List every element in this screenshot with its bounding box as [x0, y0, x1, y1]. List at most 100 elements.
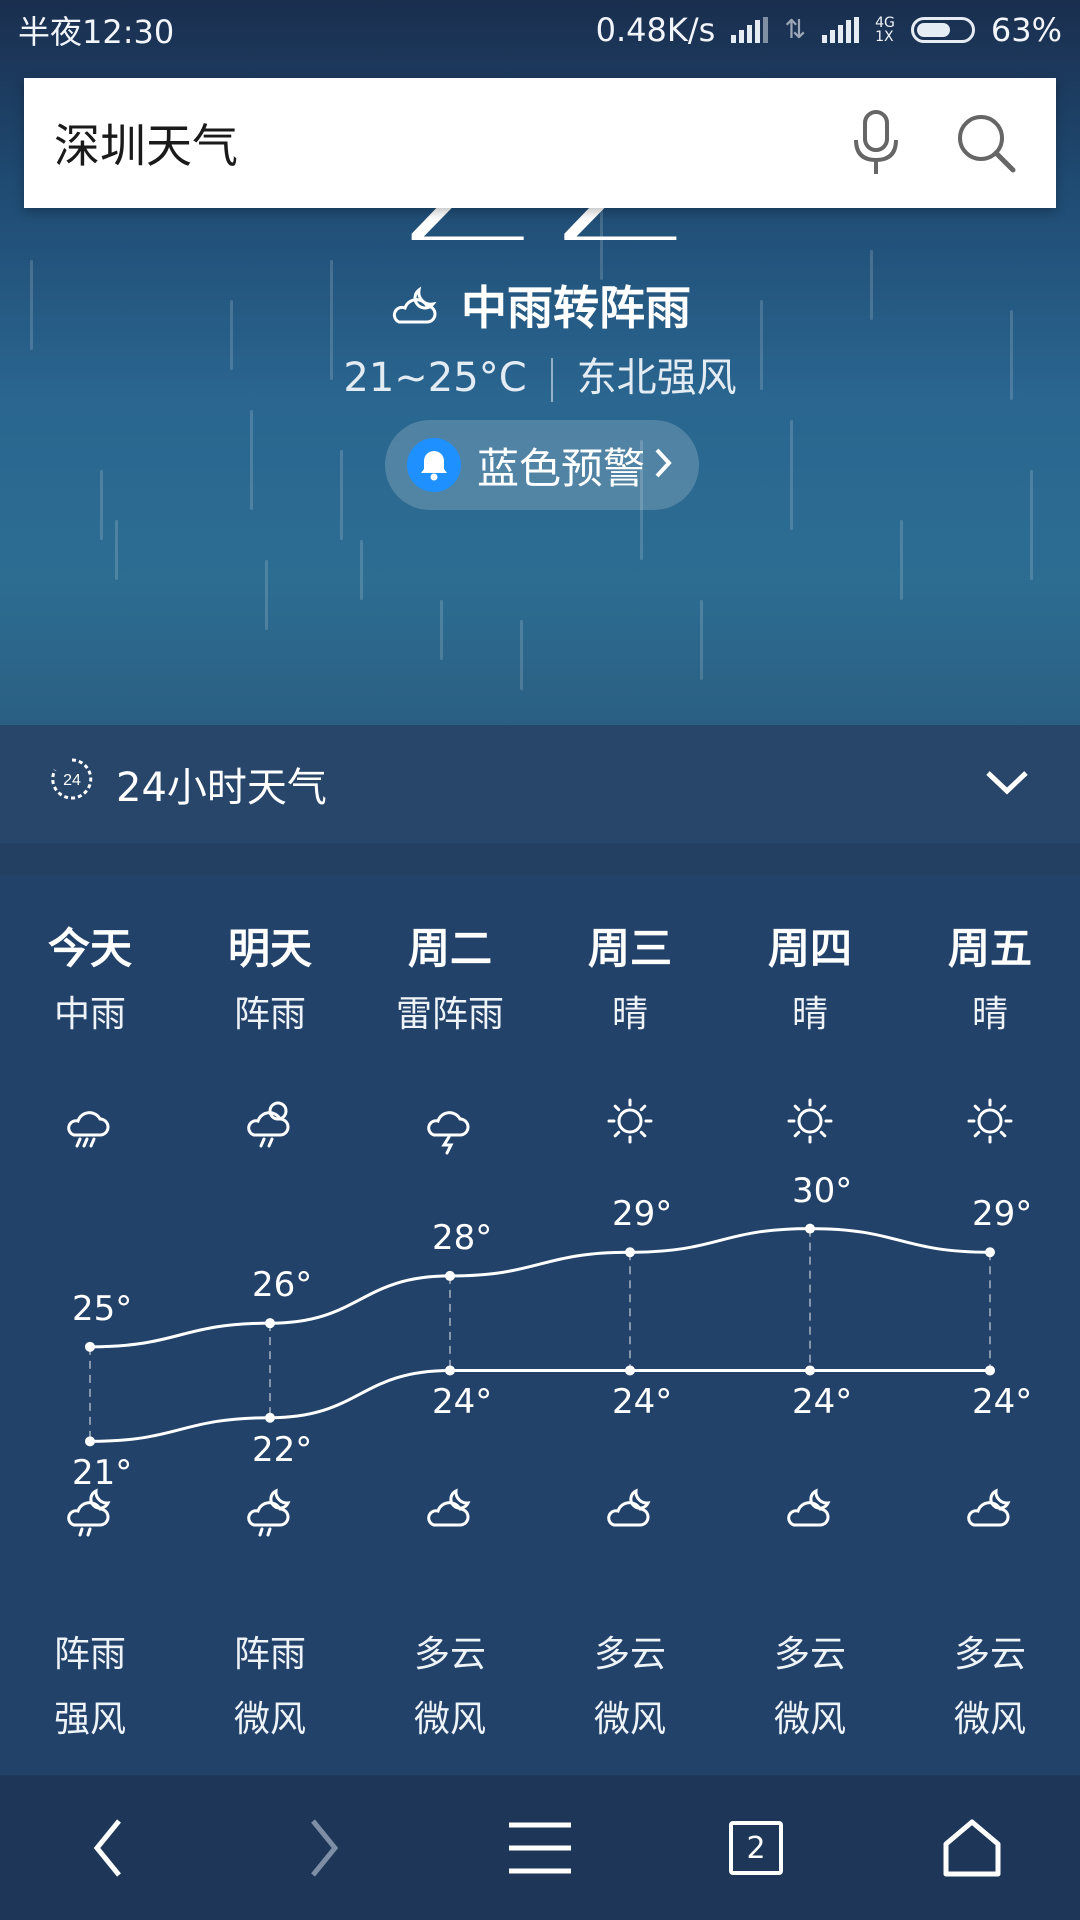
network-type-1x: 1X [875, 29, 894, 45]
forecast-wind: 微风 [593, 1699, 666, 1740]
signal-icon [731, 17, 769, 43]
weather-screen: 半夜12:30 0.48K/s ⇅ 4G 1X 63% 22 深圳天气 [0, 0, 1080, 1920]
menu-button[interactable] [480, 1788, 600, 1908]
tabs-button[interactable]: 2 [696, 1788, 816, 1908]
clock-24-icon: 24 [50, 757, 94, 811]
low-temp-point [265, 1412, 275, 1423]
rain-streak [900, 520, 903, 600]
low-temp-line [89, 1368, 990, 1443]
low-temp-point [625, 1365, 635, 1376]
partly-cloudy-night-icon [360, 1485, 540, 1555]
high-temp-label: 26° [252, 1265, 313, 1306]
rain-streak [265, 560, 268, 630]
temperature-chart [85, 1223, 995, 1447]
forecast-day-condition: 中雨 [53, 994, 126, 1035]
partly-cloudy-night-icon [540, 1485, 720, 1555]
status-bar: 半夜12:30 0.48K/s ⇅ 4G 1X 63% [0, 0, 1080, 60]
forward-button[interactable] [264, 1788, 384, 1908]
forecast-night-condition: 多云 [773, 1634, 846, 1675]
rain-icon [0, 1095, 180, 1165]
forecast-day-name: 明天 [227, 924, 312, 973]
forecast-night-condition: 多云 [593, 1634, 666, 1675]
rain-streak [340, 450, 343, 540]
high-temp-label: 25° [72, 1288, 133, 1329]
partly-cloudy-night-icon [900, 1485, 1080, 1555]
sun-icon [900, 1095, 1080, 1165]
forecast-night-condition: 阵雨 [233, 1634, 306, 1675]
thunderstorm-icon [360, 1095, 540, 1165]
sun-icon [720, 1095, 900, 1165]
rain-streak [100, 470, 103, 540]
forecast-wind: 微风 [953, 1699, 1026, 1740]
forecast-wind: 微风 [233, 1699, 306, 1740]
battery-icon [910, 17, 975, 43]
high-temp-label: 28° [432, 1217, 493, 1258]
forecast-day-condition: 阵雨 [233, 994, 306, 1035]
shower-icon [180, 1095, 360, 1165]
status-indicators: 0.48K/s ⇅ 4G 1X 63% [596, 11, 1062, 49]
high-temp-point [985, 1247, 995, 1258]
forecast-day-name: 周三 [587, 924, 672, 973]
rain-streak [700, 600, 703, 680]
battery-percent: 63% [990, 11, 1062, 49]
high-temp-line [89, 1227, 991, 1349]
temp-range-wind: 21~25°C 东北强风 [0, 345, 1080, 403]
rain-streak [790, 420, 793, 530]
forecast-night-condition: 多云 [953, 1634, 1026, 1675]
network-type-4g: 4G [875, 15, 895, 31]
search-bar[interactable]: 深圳天气 [24, 78, 1056, 208]
low-temp-point [985, 1365, 995, 1376]
section-divider [0, 843, 1080, 875]
signal-icon-2 [822, 17, 860, 43]
partly-cloudy-night-rain-icon [0, 1485, 180, 1555]
hourly-weather-toggle[interactable]: 24 24小时天气 [0, 725, 1080, 843]
chevron-down-icon[interactable] [984, 761, 1030, 807]
tab-count: 2 [729, 1821, 783, 1875]
bell-icon [407, 438, 461, 492]
sun-icon [540, 1095, 720, 1165]
low-temp-point [85, 1436, 95, 1447]
wind-desc: 东北强风 [576, 355, 737, 401]
microphone-icon[interactable] [836, 103, 916, 183]
low-temp-point [445, 1365, 455, 1376]
home-icon [943, 1819, 1001, 1877]
forecast-wind: 强风 [53, 1699, 126, 1740]
high-temp-label: 30° [792, 1170, 853, 1211]
low-temp-label: 22° [252, 1429, 313, 1470]
forecast-day-condition: 晴 [971, 994, 1008, 1035]
forecast-night-condition: 多云 [413, 1634, 486, 1675]
home-button[interactable] [912, 1788, 1032, 1908]
divider [550, 358, 553, 402]
low-temp-label: 24° [972, 1382, 1033, 1423]
search-icon[interactable] [946, 103, 1026, 183]
forecast-day-name: 周五 [947, 924, 1032, 973]
high-temp-point [265, 1318, 275, 1329]
forecast-night-condition: 阵雨 [53, 1634, 126, 1675]
partly-cloudy-night-icon [720, 1485, 900, 1555]
forecast-day-condition: 雷阵雨 [395, 994, 504, 1035]
search-input[interactable]: 深圳天气 [54, 110, 806, 176]
partly-cloudy-night-rain-icon [180, 1485, 360, 1555]
svg-text:24: 24 [63, 772, 81, 789]
forecast-wind: 微风 [773, 1699, 846, 1740]
forecast-wind: 微风 [413, 1699, 486, 1740]
weather-alert-button[interactable]: 蓝色预警 [385, 420, 699, 510]
status-time: 半夜12:30 [18, 13, 175, 51]
high-temp-label: 29° [972, 1194, 1033, 1235]
temp-range: 21~25°C [343, 355, 527, 401]
high-temp-point [445, 1270, 455, 1281]
rain-streak [115, 520, 118, 580]
network-type: 4G 1X [875, 16, 895, 44]
rain-streak [440, 600, 443, 660]
partly-cloudy-night-icon [392, 286, 437, 324]
back-button[interactable] [48, 1788, 168, 1908]
high-temp-point [805, 1223, 815, 1234]
high-temp-point [85, 1341, 95, 1352]
data-arrows-icon: ⇅ [784, 15, 807, 45]
network-speed: 0.48K/s [595, 11, 716, 49]
low-temp-label: 24° [612, 1382, 673, 1423]
forecast-day-name: 今天 [47, 924, 132, 973]
menu-icon [509, 1822, 571, 1874]
hourly-weather-label: 24小时天气 [116, 765, 327, 811]
forecast-day-name: 周二 [407, 924, 492, 973]
